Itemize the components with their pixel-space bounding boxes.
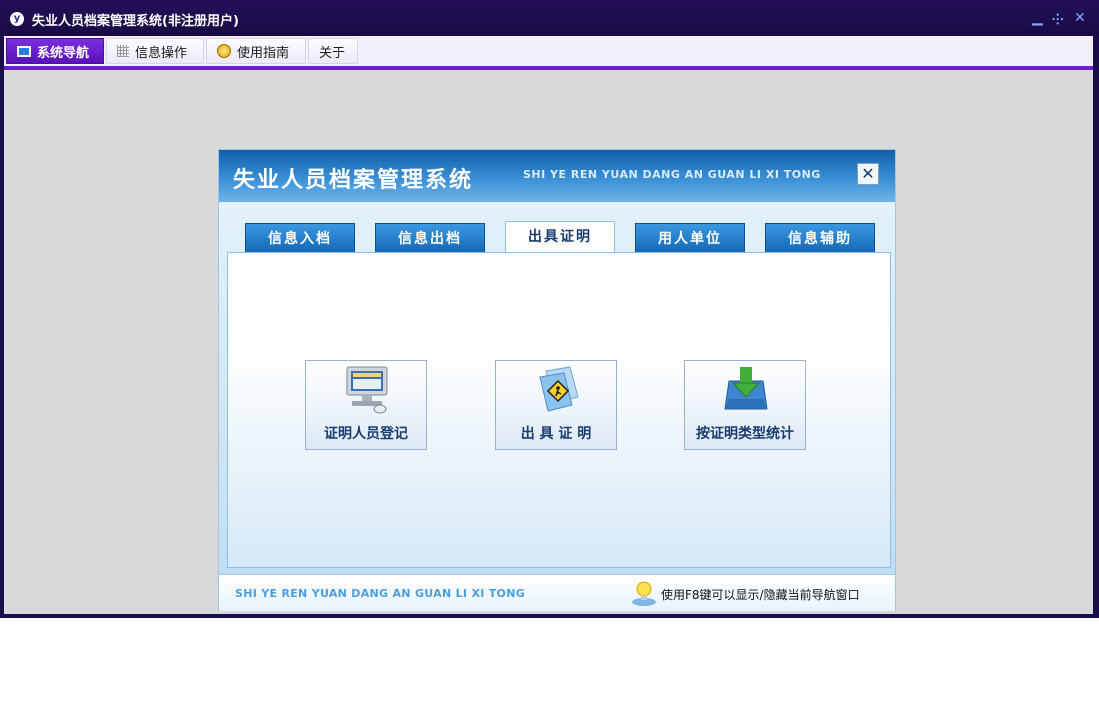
grid-icon <box>117 45 129 57</box>
stats-by-cert-type-button[interactable]: 按证明类型统计 <box>684 360 806 450</box>
menu-bar: 系统导航 信息操作 使用指南 关于 <box>4 36 1093 70</box>
close-button[interactable]: ✕ <box>1074 10 1086 26</box>
menu-tab-system-nav[interactable]: 系统导航 <box>6 38 104 64</box>
tile-label: 证明人员登记 <box>324 426 408 442</box>
monitor-icon <box>17 45 31 57</box>
tab-employer[interactable]: 用人单位 <box>635 223 745 253</box>
dialog-close-button[interactable]: ✕ <box>857 163 879 185</box>
menu-tab-label: 使用指南 <box>237 45 290 61</box>
computer-icon <box>346 366 388 414</box>
help-disc-icon <box>217 44 231 58</box>
menu-tab-label: 关于 <box>319 45 346 61</box>
f8-hint-text: 使用F8键可以显示/隐藏当前导航窗口 <box>661 588 860 602</box>
lightbulb-icon <box>632 581 656 606</box>
menu-tab-about[interactable]: 关于 <box>308 38 358 64</box>
navigation-dialog: 失业人员档案管理系统 SHI YE REN YUAN DANG AN GUAN … <box>218 149 896 611</box>
inbox-download-icon <box>724 367 768 410</box>
dialog-subtitle: SHI YE REN YUAN DANG AN GUAN LI XI TONG <box>523 168 821 181</box>
tab-info-assist[interactable]: 信息辅助 <box>765 223 875 253</box>
tab-issue-certificate[interactable]: 出具证明 <box>505 221 615 253</box>
dialog-header: 失业人员档案管理系统 SHI YE REN YUAN DANG AN GUAN … <box>219 150 895 202</box>
tab-panel: 证明人员登记 出 具 证 明 按证明类型统计 <box>227 252 891 568</box>
restore-button[interactable]: ⸭ <box>1052 10 1064 29</box>
tab-info-archive-out[interactable]: 信息出档 <box>375 223 485 253</box>
menu-tab-info-ops[interactable]: 信息操作 <box>106 38 204 64</box>
footer-pinyin-title: SHI YE REN YUAN DANG AN GUAN LI XI TONG <box>235 587 526 600</box>
document-caution-icon <box>539 366 579 412</box>
app-logo-icon: y <box>10 12 24 26</box>
register-certifier-button[interactable]: 证明人员登记 <box>305 360 427 450</box>
minimize-button[interactable]: ▁ <box>1032 10 1043 26</box>
issue-certificate-button[interactable]: 出 具 证 明 <box>495 360 617 450</box>
dialog-title: 失业人员档案管理系统 <box>233 168 474 193</box>
title-bar: y 失业人员档案管理系统(非注册用户) ▁ ⸭ ✕ <box>0 0 1099 36</box>
menu-tab-guide[interactable]: 使用指南 <box>206 38 306 64</box>
menu-tab-label: 信息操作 <box>135 45 188 61</box>
window-title: 失业人员档案管理系统(非注册用户) <box>32 14 239 29</box>
tab-info-archive-in[interactable]: 信息入档 <box>245 223 355 253</box>
dialog-footer: SHI YE REN YUAN DANG AN GUAN LI XI TONG … <box>219 574 895 611</box>
menu-tab-label: 系统导航 <box>37 45 90 61</box>
tile-label: 按证明类型统计 <box>696 426 794 442</box>
tile-label: 出 具 证 明 <box>520 426 592 442</box>
